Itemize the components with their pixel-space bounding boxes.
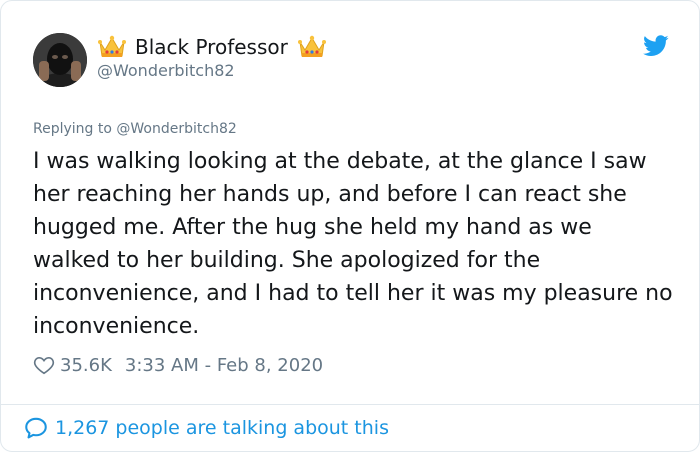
talking-label[interactable]: 1,267 people are talking about this: [55, 417, 389, 439]
like-count[interactable]: 35.6K: [60, 355, 112, 376]
tweet-timestamp[interactable]: 3:33 AM - Feb 8, 2020: [125, 355, 323, 376]
reply-prefix: Replying to: [33, 121, 112, 137]
display-name[interactable]: Black Professor: [135, 35, 288, 59]
heart-icon[interactable]: [33, 354, 55, 376]
conversation-link[interactable]: 1,267 people are talking about this: [23, 414, 389, 442]
tweet-card: Black Professor @Wonderbitch82 Replying …: [0, 0, 700, 452]
tweet-meta: 35.6K 3:33 AM - Feb 8, 2020: [33, 352, 323, 378]
reply-context: Replying to @Wonderbitch82: [33, 121, 237, 137]
user-name-row[interactable]: Black Professor: [97, 33, 327, 61]
tweet-text: I was walking looking at the debate, at …: [33, 149, 673, 339]
speech-bubble-icon: [23, 415, 49, 441]
crown-icon: [297, 34, 327, 60]
user-handle[interactable]: @Wonderbitch82: [97, 61, 235, 80]
crown-icon: [97, 34, 127, 60]
twitter-bird-icon[interactable]: [643, 35, 669, 57]
divider: [1, 404, 699, 405]
avatar[interactable]: [33, 33, 87, 87]
reply-mention-link[interactable]: @Wonderbitch82: [116, 121, 236, 137]
